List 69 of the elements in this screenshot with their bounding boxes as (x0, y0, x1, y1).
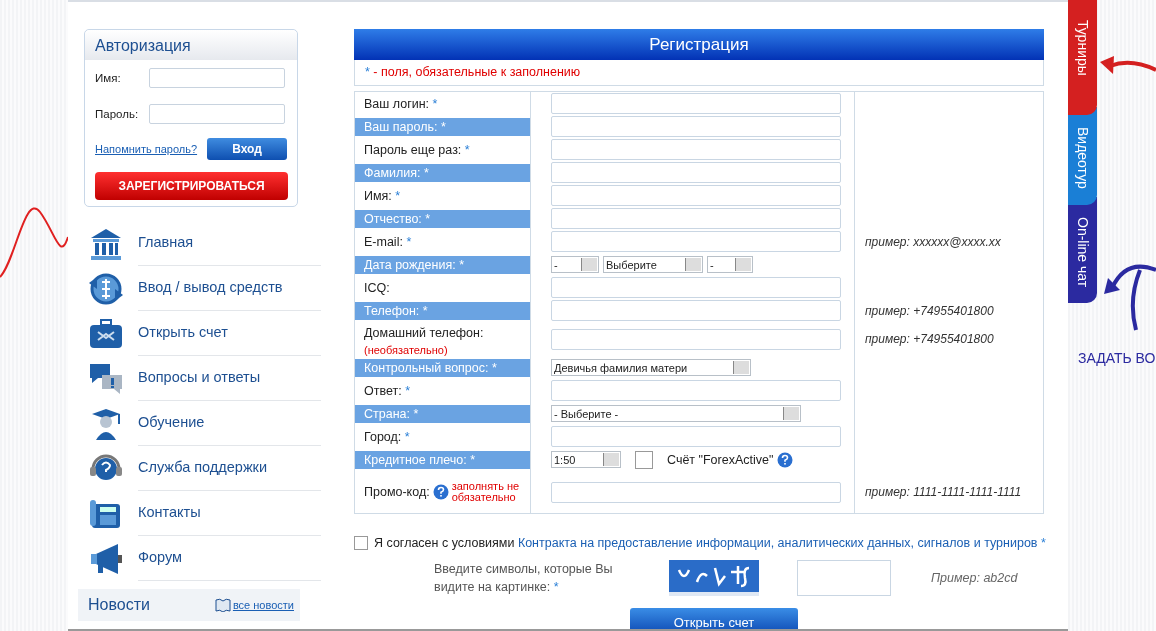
example-hint: пример: 1111-1111-1111-1111 (865, 485, 1022, 499)
book-icon (214, 598, 231, 612)
menu-item[interactable]: Обучение (138, 401, 321, 446)
menu-item[interactable]: Открыть счет (138, 311, 321, 356)
side-tab[interactable]: Видеотур (1068, 107, 1097, 205)
field-label: Имя: (95, 72, 122, 84)
text-field[interactable] (551, 426, 841, 447)
checkbox[interactable] (354, 536, 368, 550)
all-news-link[interactable]: все новости (232, 599, 294, 611)
menu-item[interactable]: Контакты (138, 491, 321, 536)
menu-item[interactable]: Вопросы и ответы (138, 356, 321, 401)
field-label: Контрольный вопрос: * (355, 358, 530, 377)
field-label: Промо-код: (364, 485, 430, 499)
text-field[interactable] (551, 481, 841, 503)
dropdown[interactable]: Девичья фамилия матери (551, 359, 751, 376)
text-field[interactable] (551, 139, 841, 160)
login-button[interactable]: Вход (207, 138, 287, 160)
optional-note: (необязательно) (363, 344, 449, 356)
panel-title: Авторизация (85, 30, 297, 60)
text-field[interactable] (551, 162, 841, 183)
field-label: Кредитное плечо: * (355, 450, 530, 469)
dropdown[interactable]: - Выберите - (551, 405, 801, 422)
checkbox[interactable] (635, 450, 653, 469)
example-hint: пример: +74955401800 (865, 332, 994, 346)
dropdown[interactable]: 1:50 (551, 451, 621, 468)
forgot-password-link[interactable]: Напомнить пароль? (95, 143, 198, 155)
side-tab[interactable]: Турниры (1068, 0, 1097, 115)
text-field[interactable] (551, 116, 841, 137)
ask-question-link[interactable]: ЗАДАТЬ ВО (1078, 350, 1156, 366)
dropdown[interactable]: - (707, 256, 753, 273)
menu-item[interactable]: Ввод / вывод средств (138, 266, 321, 311)
field-label: Страна: * (355, 404, 530, 423)
text-field[interactable] (149, 68, 285, 88)
field-label: Фамилия: * (355, 163, 530, 182)
dropdown[interactable]: Выберите (603, 256, 703, 273)
optional-note: заполнять не обязательно (451, 481, 521, 503)
help-icon[interactable] (777, 451, 794, 468)
contract-link[interactable]: Контракта на предоставление информации, аналитических данных, сигналов и турниров (517, 536, 1038, 550)
captcha-field[interactable] (797, 560, 891, 596)
example-hint: Пример: ab2cd (931, 571, 1018, 585)
text-field[interactable] (551, 208, 841, 229)
news-title: Новости (88, 596, 150, 614)
text-field[interactable] (149, 104, 285, 124)
field-label: Дата рождения: * (355, 255, 530, 274)
example-hint: пример: +74955401800 (865, 303, 994, 318)
text-field[interactable] (551, 277, 841, 298)
help-icon[interactable] (432, 484, 449, 500)
field-label: Телефон: * (355, 301, 530, 320)
example-hint: пример: xxxxxx@xxxx.xx (865, 234, 1001, 249)
menu-item[interactable]: Служба поддержки (138, 446, 321, 491)
register-button[interactable]: ЗАРЕГИСТРИРОВАТЬСЯ (95, 172, 288, 200)
text-field[interactable] (551, 93, 841, 114)
form-title: Регистрация (354, 29, 1044, 60)
menu-item[interactable]: Форум (138, 536, 321, 581)
required-note: * - поля, обязательные к заполнению (365, 65, 581, 79)
text-field[interactable] (551, 328, 841, 350)
checkbox-label: Счёт "ForexActive" (667, 452, 774, 467)
dropdown[interactable]: - (551, 256, 599, 273)
field-label: Отчество: * (355, 209, 530, 228)
text-field[interactable] (551, 300, 841, 321)
text-field[interactable] (551, 231, 841, 252)
open-account-button[interactable]: Открыть счет (630, 608, 798, 629)
field-label: Ваш пароль: * (355, 117, 530, 136)
text-field[interactable] (551, 380, 841, 401)
menu-item[interactable]: Главная (138, 221, 321, 266)
captcha-prompt: Введите символы, которые Вы видите на картинке: * (434, 561, 614, 596)
agreement-text: Я согласен с условиями Контракта на предоставление информации, аналитических данных, сигналов и турниров * (374, 536, 1046, 550)
field-label: Пароль: (95, 108, 140, 120)
text-field[interactable] (551, 185, 841, 206)
